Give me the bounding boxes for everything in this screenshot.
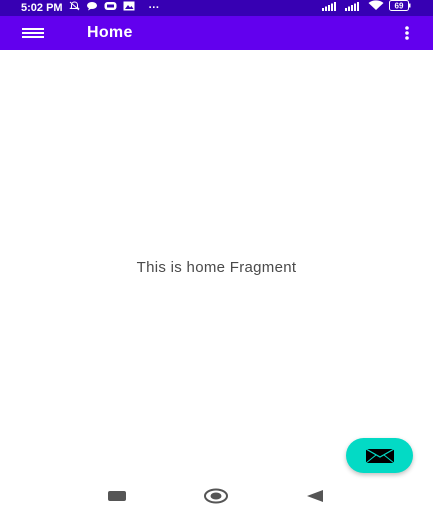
- mail-icon: [104, 0, 117, 16]
- home-button[interactable]: [204, 488, 228, 504]
- battery-level: 69: [395, 2, 404, 11]
- page-title: Home: [87, 24, 133, 41]
- status-left: 5:02 PM ···: [21, 0, 160, 16]
- menu-button[interactable]: [14, 22, 50, 44]
- screen: 5:02 PM ··· 69 Home This is home Fragmen…: [0, 0, 433, 512]
- battery-icon: 69: [389, 0, 411, 16]
- more-vert-icon: [405, 26, 409, 40]
- wifi-icon: [368, 0, 384, 16]
- signal-icon: [345, 0, 363, 16]
- status-bar: 5:02 PM ··· 69: [0, 0, 433, 16]
- chat-icon: [86, 0, 98, 16]
- status-right: 69: [317, 0, 411, 16]
- system-nav-bar: [0, 480, 433, 512]
- mute-icon: [68, 0, 80, 16]
- mail-fab-button[interactable]: [346, 438, 413, 473]
- status-time: 5:02 PM: [21, 2, 63, 14]
- menu-icon: [22, 28, 44, 38]
- back-button[interactable]: [306, 488, 324, 504]
- app-bar: Home: [0, 16, 433, 50]
- home-icon: [204, 488, 228, 504]
- overflow-menu-button[interactable]: [397, 22, 417, 44]
- recents-icon: [108, 491, 126, 501]
- status-dots: ···: [148, 2, 160, 14]
- fragment-message: This is home Fragment: [136, 259, 297, 276]
- signal-icon: [322, 0, 340, 16]
- image-icon: [123, 0, 135, 16]
- back-icon: [307, 490, 323, 502]
- mail-icon: [366, 449, 394, 463]
- recents-button[interactable]: [108, 488, 126, 504]
